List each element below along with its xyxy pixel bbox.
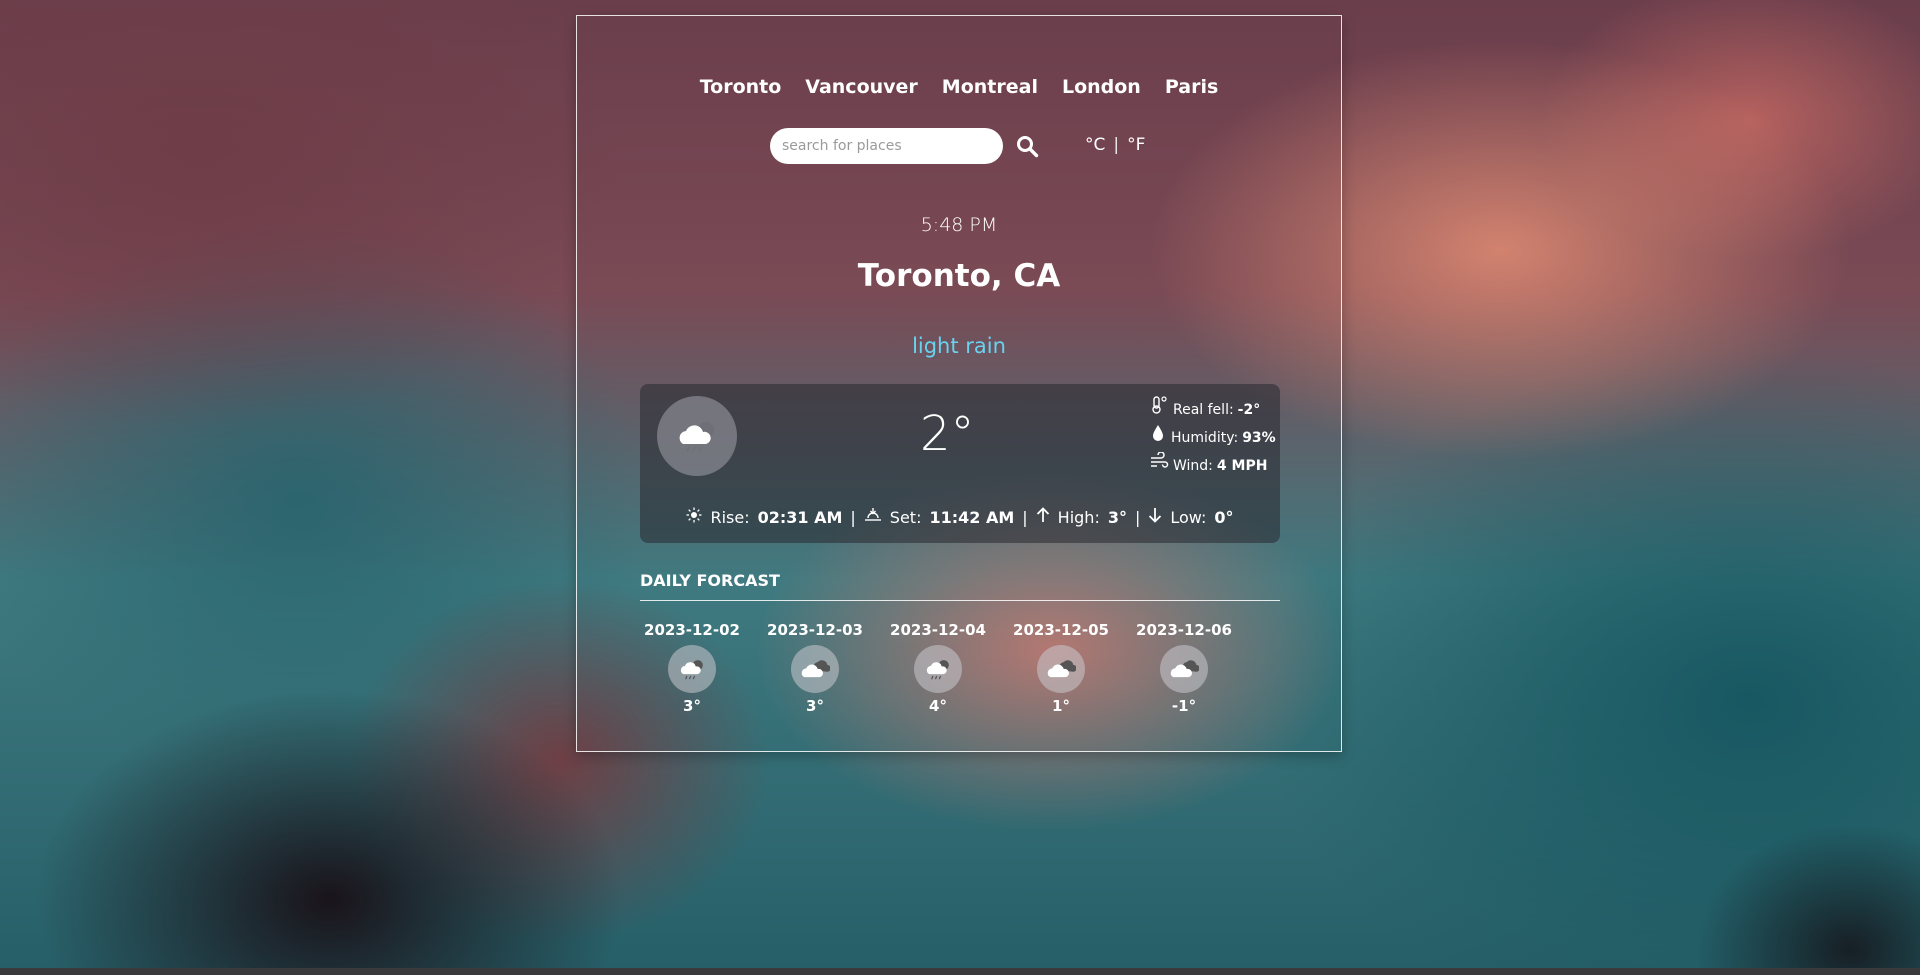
forecast-day: 2023-12-05 1° <box>1011 621 1111 715</box>
set-value: 11:42 AM <box>929 507 1015 527</box>
low-label: Low: <box>1170 507 1207 527</box>
city-link-toronto[interactable]: Toronto <box>700 76 782 98</box>
rise-label: Rise: <box>710 507 750 527</box>
city-link-london[interactable]: London <box>1062 76 1141 98</box>
wind-value: 4 MPH <box>1216 458 1268 474</box>
current-temperature: 2° <box>920 406 975 462</box>
wind-label: Wind: <box>1173 458 1213 474</box>
thermometer-icon <box>1149 396 1169 424</box>
arrow-up-icon <box>1036 507 1050 527</box>
current-weather-panel: 2° Real fell: -2° Humidity: 93% Wind: 4 … <box>640 384 1280 543</box>
city-link-paris[interactable]: Paris <box>1165 76 1218 98</box>
humidity-value: 93% <box>1242 430 1276 446</box>
celsius-button[interactable]: °C <box>1085 135 1105 155</box>
wind-row: Wind: 4 MPH <box>1149 451 1276 480</box>
set-label: Set: <box>889 507 922 527</box>
cloudy-icon <box>1037 645 1085 693</box>
city-nav: Toronto Vancouver Montreal London Paris <box>577 76 1341 98</box>
sunset-icon <box>864 507 882 527</box>
forecast-date: 2023-12-04 <box>890 621 986 639</box>
high-value: 3° <box>1107 507 1127 527</box>
forecast-date: 2023-12-02 <box>644 621 740 639</box>
sun-and-range-row: Rise: 02:31 AM | Set: 11:42 AM | High: 3… <box>640 507 1280 527</box>
unit-separator: | <box>1113 135 1120 155</box>
forecast-temp: 3° <box>806 697 824 715</box>
unit-toggle: °C | °F <box>1085 135 1145 155</box>
search-input[interactable] <box>770 128 1003 164</box>
rise-value: 02:31 AM <box>757 507 843 527</box>
forecast-temp: 1° <box>1052 697 1070 715</box>
forecast-day: 2023-12-02 3° <box>642 621 742 715</box>
rain-cloud-icon <box>657 396 737 476</box>
real-feel-value: -2° <box>1237 402 1261 418</box>
city-link-vancouver[interactable]: Vancouver <box>805 76 918 98</box>
weather-details: Real fell: -2° Humidity: 93% Wind: 4 MPH <box>1149 396 1276 480</box>
forecast-date: 2023-12-05 <box>1013 621 1109 639</box>
forecast-day: 2023-12-03 3° <box>765 621 865 715</box>
cloudy-icon <box>1160 645 1208 693</box>
wind-icon <box>1149 451 1169 480</box>
rain-cloud-icon <box>914 645 962 693</box>
real-feel-label: Real fell: <box>1173 402 1234 418</box>
separator: | <box>1022 507 1028 527</box>
city-link-montreal[interactable]: Montreal <box>942 76 1038 98</box>
separator: | <box>850 507 856 527</box>
forecast-temp: -1° <box>1171 697 1197 715</box>
low-value: 0° <box>1214 507 1234 527</box>
humidity-label: Humidity: <box>1171 430 1239 446</box>
location-title: Toronto, CA <box>857 258 1061 294</box>
forecast-day: 2023-12-06 -1° <box>1134 621 1234 715</box>
search-row: °C | °F <box>577 128 1341 164</box>
forecast-temp: 3° <box>683 697 701 715</box>
humidity-row: Humidity: 93% <box>1149 424 1276 452</box>
forecast-temp: 4° <box>929 697 947 715</box>
weather-condition: light rain <box>912 334 1006 358</box>
local-time: 5:48 PM <box>920 214 998 236</box>
forecast-title: DAILY FORCAST <box>640 571 780 590</box>
forecast-date: 2023-12-06 <box>1136 621 1232 639</box>
forecast-day: 2023-12-04 4° <box>888 621 988 715</box>
weather-card: Toronto Vancouver Montreal London Paris … <box>576 15 1342 752</box>
fahrenheit-button[interactable]: °F <box>1127 135 1145 155</box>
real-feel-row: Real fell: -2° <box>1149 396 1276 424</box>
rain-cloud-icon <box>668 645 716 693</box>
droplet-icon <box>1149 424 1167 452</box>
sun-icon <box>686 507 702 527</box>
arrow-down-icon <box>1148 507 1162 527</box>
forecast-date: 2023-12-03 <box>767 621 863 639</box>
search-icon[interactable] <box>1015 134 1041 160</box>
forecast-divider <box>640 600 1280 601</box>
cloudy-icon <box>791 645 839 693</box>
high-label: High: <box>1057 507 1100 527</box>
separator: | <box>1134 507 1141 527</box>
